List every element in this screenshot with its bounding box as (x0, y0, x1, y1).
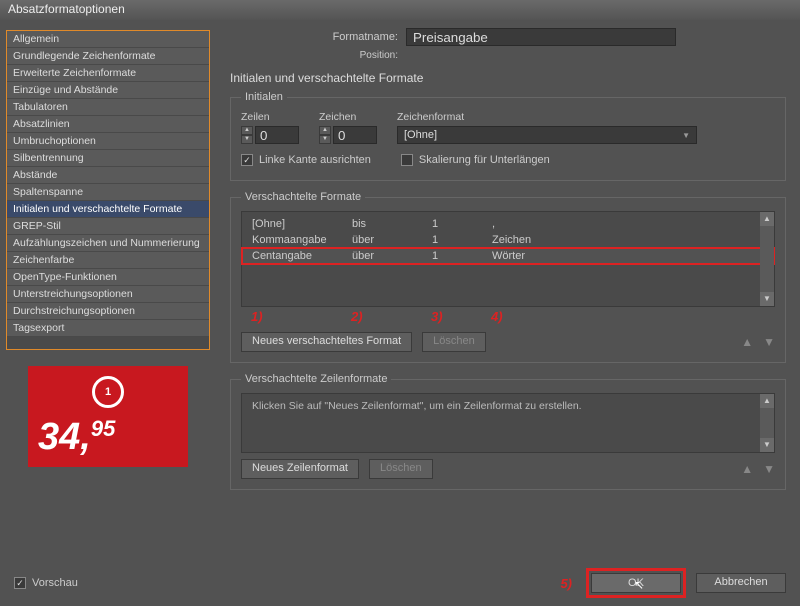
sidebar-item[interactable]: Spaltenspanne (7, 184, 209, 201)
triangle-down-icon[interactable]: ▼ (763, 462, 775, 476)
sidebar-item[interactable]: Aufzählungszeichen und Nummerierung (7, 235, 209, 252)
sidebar-item[interactable]: GREP-Stil (7, 218, 209, 235)
sidebar-item[interactable]: Abstände (7, 167, 209, 184)
category-list[interactable]: AllgemeinGrundlegende ZeichenformateErwe… (6, 30, 210, 350)
zeilen-label: Zeilen (241, 111, 299, 123)
sidebar-item[interactable]: OpenType-Funktionen (7, 269, 209, 286)
zeichen-input[interactable] (333, 126, 377, 144)
triangle-up-icon[interactable]: ▲ (741, 335, 753, 349)
zeichenformat-value: [Ohne] (404, 129, 437, 141)
annotation-5: 5) (560, 576, 572, 591)
sidebar-item[interactable]: Umbruchoptionen (7, 133, 209, 150)
delete-nested-button[interactable]: Löschen (422, 332, 486, 352)
sidebar-item[interactable]: Initialen und verschachtelte Formate (7, 201, 209, 218)
sidebar-item[interactable]: Zeichenfarbe (7, 252, 209, 269)
nested-row[interactable]: [Ohne]bis1, (242, 216, 774, 232)
sidebar-item[interactable]: Einzüge und Abstände (7, 82, 209, 99)
chevron-down-icon[interactable]: ▼ (760, 438, 774, 452)
ok-button[interactable]: OK ↖ (591, 573, 681, 593)
chevron-up-icon[interactable]: ▲ (241, 126, 253, 135)
chevron-up-icon[interactable]: ▲ (319, 126, 331, 135)
preview-price-card: 1 34,95 (28, 366, 188, 467)
preview-checkbox[interactable]: ✓ Vorschau (14, 577, 78, 589)
align-left-label: Linke Kante ausrichten (259, 154, 371, 166)
preview-panel: 1 34,95 (6, 366, 210, 467)
checkmark-icon: ✓ (14, 577, 26, 589)
initialen-group: Initialen Zeilen ▲▼ Zeichen ▲▼ (230, 91, 786, 181)
line-formats-group: Verschachtelte Zeilenformate Klicken Sie… (230, 373, 786, 490)
triangle-up-icon[interactable]: ▲ (741, 462, 753, 476)
line-formats-list[interactable]: Klicken Sie auf "Neues Zeilenformat", um… (241, 393, 775, 453)
lines-legend: Verschachtelte Zeilenformate (241, 373, 391, 385)
sidebar-item[interactable]: Silbentrennung (7, 150, 209, 167)
sidebar-item[interactable]: Durchstreichungsoptionen (7, 303, 209, 320)
sidebar-item[interactable]: Tabulatoren (7, 99, 209, 116)
window-title: Absatzformatoptionen (8, 2, 125, 16)
checkmark-icon: ✓ (241, 154, 253, 166)
scrollbar[interactable]: ▲ ▼ (760, 212, 774, 306)
triangle-down-icon[interactable]: ▼ (763, 335, 775, 349)
chevron-down-icon[interactable]: ▼ (241, 135, 253, 144)
section-title: Initialen und verschachtelte Formate (230, 71, 786, 85)
nested-list[interactable]: [Ohne]bis1,Kommaangabeüber1ZeichenCentan… (241, 211, 775, 307)
formatname-input[interactable] (406, 28, 676, 46)
scale-descenders-checkbox[interactable]: Skalierung für Unterlängen (401, 154, 550, 166)
chevron-down-icon: ▼ (682, 131, 690, 140)
sidebar-item[interactable]: Erweiterte Zeichenformate (7, 65, 209, 82)
nested-row[interactable]: Centangabeüber1Wörter (242, 248, 774, 264)
delete-line-button[interactable]: Löschen (369, 459, 433, 479)
ok-highlight: OK ↖ (586, 568, 686, 598)
add-nested-button[interactable]: Neues verschachteltes Format (241, 332, 412, 352)
cancel-button[interactable]: Abbrechen (696, 573, 786, 593)
scrollbar[interactable]: ▲ ▼ (760, 394, 774, 452)
scale-descenders-label: Skalierung für Unterlängen (419, 154, 550, 166)
sidebar-item[interactable]: Allgemein (7, 31, 209, 48)
initialen-legend: Initialen (241, 91, 287, 103)
checkbox-empty-icon (401, 154, 413, 166)
sidebar-item[interactable]: Grundlegende Zeichenformate (7, 48, 209, 65)
preview-price-cents: 95 (91, 416, 115, 441)
preview-price-whole: 34, (38, 416, 91, 458)
chevron-down-icon[interactable]: ▼ (319, 135, 331, 144)
zeichen-label: Zeichen (319, 111, 377, 123)
sidebar-item[interactable]: Tagsexport (7, 320, 209, 337)
preview-badge: 1 (92, 376, 124, 408)
chevron-up-icon[interactable]: ▲ (760, 212, 774, 226)
zeilen-stepper[interactable]: ▲▼ (241, 126, 299, 144)
align-left-checkbox[interactable]: ✓ Linke Kante ausrichten (241, 154, 371, 166)
formatname-label: Formatname: (310, 31, 398, 43)
zeichenformat-label: Zeichenformat (397, 111, 775, 123)
add-line-button[interactable]: Neues Zeilenformat (241, 459, 359, 479)
chevron-down-icon[interactable]: ▼ (760, 292, 774, 306)
annotation-numbers: 1)2)3)4) (241, 307, 775, 326)
nested-formats-group: Verschachtelte Formate [Ohne]bis1,Kommaa… (230, 191, 786, 363)
nested-legend: Verschachtelte Formate (241, 191, 365, 203)
zeilen-input[interactable] (255, 126, 299, 144)
line-formats-hint: Klicken Sie auf "Neues Zeilenformat", um… (252, 400, 582, 412)
zeichen-stepper[interactable]: ▲▼ (319, 126, 377, 144)
sidebar-item[interactable]: Absatzlinien (7, 116, 209, 133)
window-titlebar: Absatzformatoptionen (0, 0, 800, 20)
preview-label: Vorschau (32, 577, 78, 589)
chevron-up-icon[interactable]: ▲ (760, 394, 774, 408)
position-label: Position: (310, 50, 398, 61)
nested-row[interactable]: Kommaangabeüber1Zeichen (242, 232, 774, 248)
zeichenformat-dropdown[interactable]: [Ohne] ▼ (397, 126, 697, 144)
sidebar-item[interactable]: Unterstreichungsoptionen (7, 286, 209, 303)
